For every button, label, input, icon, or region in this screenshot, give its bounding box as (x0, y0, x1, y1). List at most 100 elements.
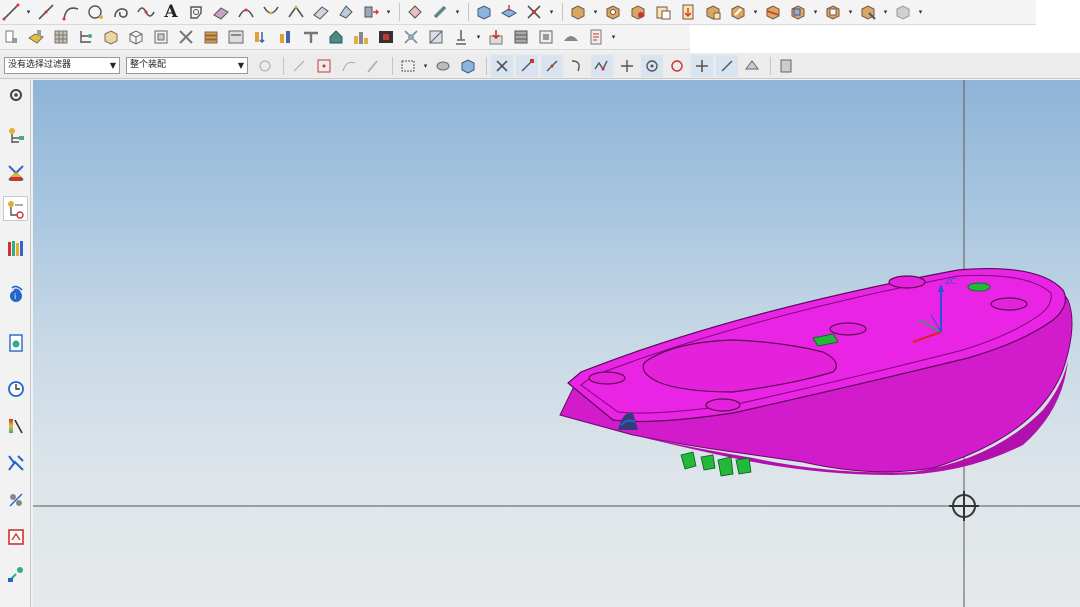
helix-icon[interactable] (110, 1, 132, 23)
layers-icon[interactable] (150, 26, 172, 48)
selection-filter-dropdown[interactable]: 没有选择过滤器 ▼ (4, 57, 120, 74)
box-cut-icon[interactable] (787, 1, 809, 23)
box-merge-icon[interactable] (822, 1, 844, 23)
snap-point-on-curve-icon[interactable] (691, 54, 713, 77)
chevron-down-icon[interactable]: ▾ (847, 1, 854, 23)
process-icon[interactable] (3, 413, 28, 438)
snap-intersection-icon[interactable] (591, 54, 613, 77)
extend-icon[interactable] (310, 1, 332, 23)
graphics-viewport[interactable]: ZC (33, 80, 1080, 607)
tools-icon[interactable] (175, 26, 197, 48)
arc-icon[interactable] (35, 1, 57, 23)
box-hole-icon[interactable] (602, 1, 624, 23)
blend-curve-icon[interactable] (260, 1, 282, 23)
box-edit-icon[interactable] (702, 1, 724, 23)
role-icon[interactable] (3, 450, 28, 475)
box-note-icon[interactable] (652, 1, 674, 23)
film-icon[interactable] (375, 26, 397, 48)
clock-icon[interactable] (3, 376, 28, 401)
city-icon[interactable] (350, 26, 372, 48)
cube-outline-icon[interactable] (100, 26, 122, 48)
snap-curve-icon[interactable] (566, 55, 588, 77)
cube-blue-icon[interactable] (457, 55, 479, 77)
part-navigator-icon[interactable] (3, 196, 28, 221)
assembly-navigator-icon[interactable] (3, 123, 28, 148)
surface-icon[interactable] (210, 1, 232, 23)
mirror-icon[interactable] (335, 1, 357, 23)
snap-tangent-icon[interactable] (716, 54, 738, 77)
cross-icon[interactable] (498, 1, 520, 23)
shell-icon[interactable] (473, 1, 495, 23)
snap-endpoint-icon[interactable] (516, 54, 538, 77)
chevron-down-icon[interactable]: ▾ (752, 1, 759, 23)
chevron-down-icon[interactable]: ▾ (475, 26, 482, 48)
arrow-split-icon[interactable] (250, 26, 272, 48)
assembly-tool-icon[interactable] (3, 561, 28, 586)
bridge-icon[interactable] (235, 1, 257, 23)
eye-icon[interactable] (432, 55, 454, 77)
curve-icon[interactable] (60, 1, 82, 23)
tree-icon[interactable] (75, 26, 97, 48)
t-shape-icon[interactable] (300, 26, 322, 48)
table-icon[interactable] (510, 26, 532, 48)
doc-icon[interactable] (0, 26, 22, 48)
chevron-down-icon[interactable]: ▾ (917, 1, 924, 23)
lasso-icon[interactable] (338, 55, 360, 77)
line-icon[interactable] (0, 1, 22, 23)
box-split-icon[interactable] (762, 1, 784, 23)
box-settings-icon[interactable] (857, 1, 879, 23)
spline-icon[interactable] (85, 1, 107, 23)
sphere-gray-icon[interactable] (892, 1, 914, 23)
doc-red-icon[interactable] (585, 26, 607, 48)
columns-icon[interactable] (275, 26, 297, 48)
web-browser-icon[interactable]: i (3, 281, 28, 306)
snap-face-icon[interactable] (741, 55, 763, 77)
import-icon[interactable] (485, 26, 507, 48)
brush-icon[interactable] (363, 55, 385, 77)
pin-icon[interactable] (450, 26, 472, 48)
grid-box-icon[interactable] (50, 26, 72, 48)
reuse-library-icon[interactable] (3, 235, 28, 260)
frame-icon[interactable] (535, 26, 557, 48)
history-icon[interactable] (3, 330, 28, 355)
text-icon[interactable]: A (160, 1, 182, 23)
select-box-icon[interactable] (313, 55, 335, 77)
snap-quadrant-icon[interactable] (666, 55, 688, 77)
analysis-icon[interactable] (3, 524, 28, 549)
box-move-icon[interactable] (727, 1, 749, 23)
box-copy-icon[interactable] (627, 1, 649, 23)
snap-center-icon[interactable] (641, 54, 663, 77)
settings-icon[interactable] (3, 82, 28, 107)
stack-icon[interactable] (200, 26, 222, 48)
chevron-down-icon[interactable]: ▾ (454, 1, 461, 23)
box-star-icon[interactable] (677, 1, 699, 23)
chevron-down-icon[interactable]: ▾ (882, 1, 889, 23)
offset-face-icon[interactable] (185, 1, 207, 23)
box-yellow-icon[interactable] (25, 26, 47, 48)
house-icon[interactable] (325, 26, 347, 48)
chevron-down-icon[interactable]: ▾ (592, 1, 599, 23)
system-materials-icon[interactable] (3, 487, 28, 512)
select-all-icon[interactable] (254, 55, 276, 77)
chevron-down-icon[interactable]: ▾ (610, 26, 617, 48)
chevron-down-icon[interactable]: ▾ (385, 1, 392, 23)
rectangle-select-icon[interactable] (397, 55, 419, 77)
snap-grid-icon[interactable] (491, 54, 513, 77)
snap-settings-icon[interactable] (775, 55, 797, 77)
chevron-down-icon[interactable]: ▾ (812, 1, 819, 23)
scale-icon[interactable] (400, 26, 422, 48)
sew-icon[interactable] (360, 1, 382, 23)
arc-gray-icon[interactable] (560, 26, 582, 48)
sine-curve-icon[interactable] (135, 1, 157, 23)
trim-icon[interactable] (285, 1, 307, 23)
panel-icon[interactable] (225, 26, 247, 48)
box-grid-icon[interactable] (425, 26, 447, 48)
cube-wire-icon[interactable] (125, 26, 147, 48)
constraint-navigator-icon[interactable] (3, 160, 28, 185)
chevron-down-icon[interactable]: ▾ (422, 55, 429, 77)
box-feature-icon[interactable] (523, 1, 545, 23)
snap-perpendicular-icon[interactable] (616, 55, 638, 77)
snap-midpoint-icon[interactable] (541, 54, 563, 77)
chevron-down-icon[interactable]: ▾ (25, 1, 32, 23)
snap-point-icon[interactable] (288, 55, 310, 77)
